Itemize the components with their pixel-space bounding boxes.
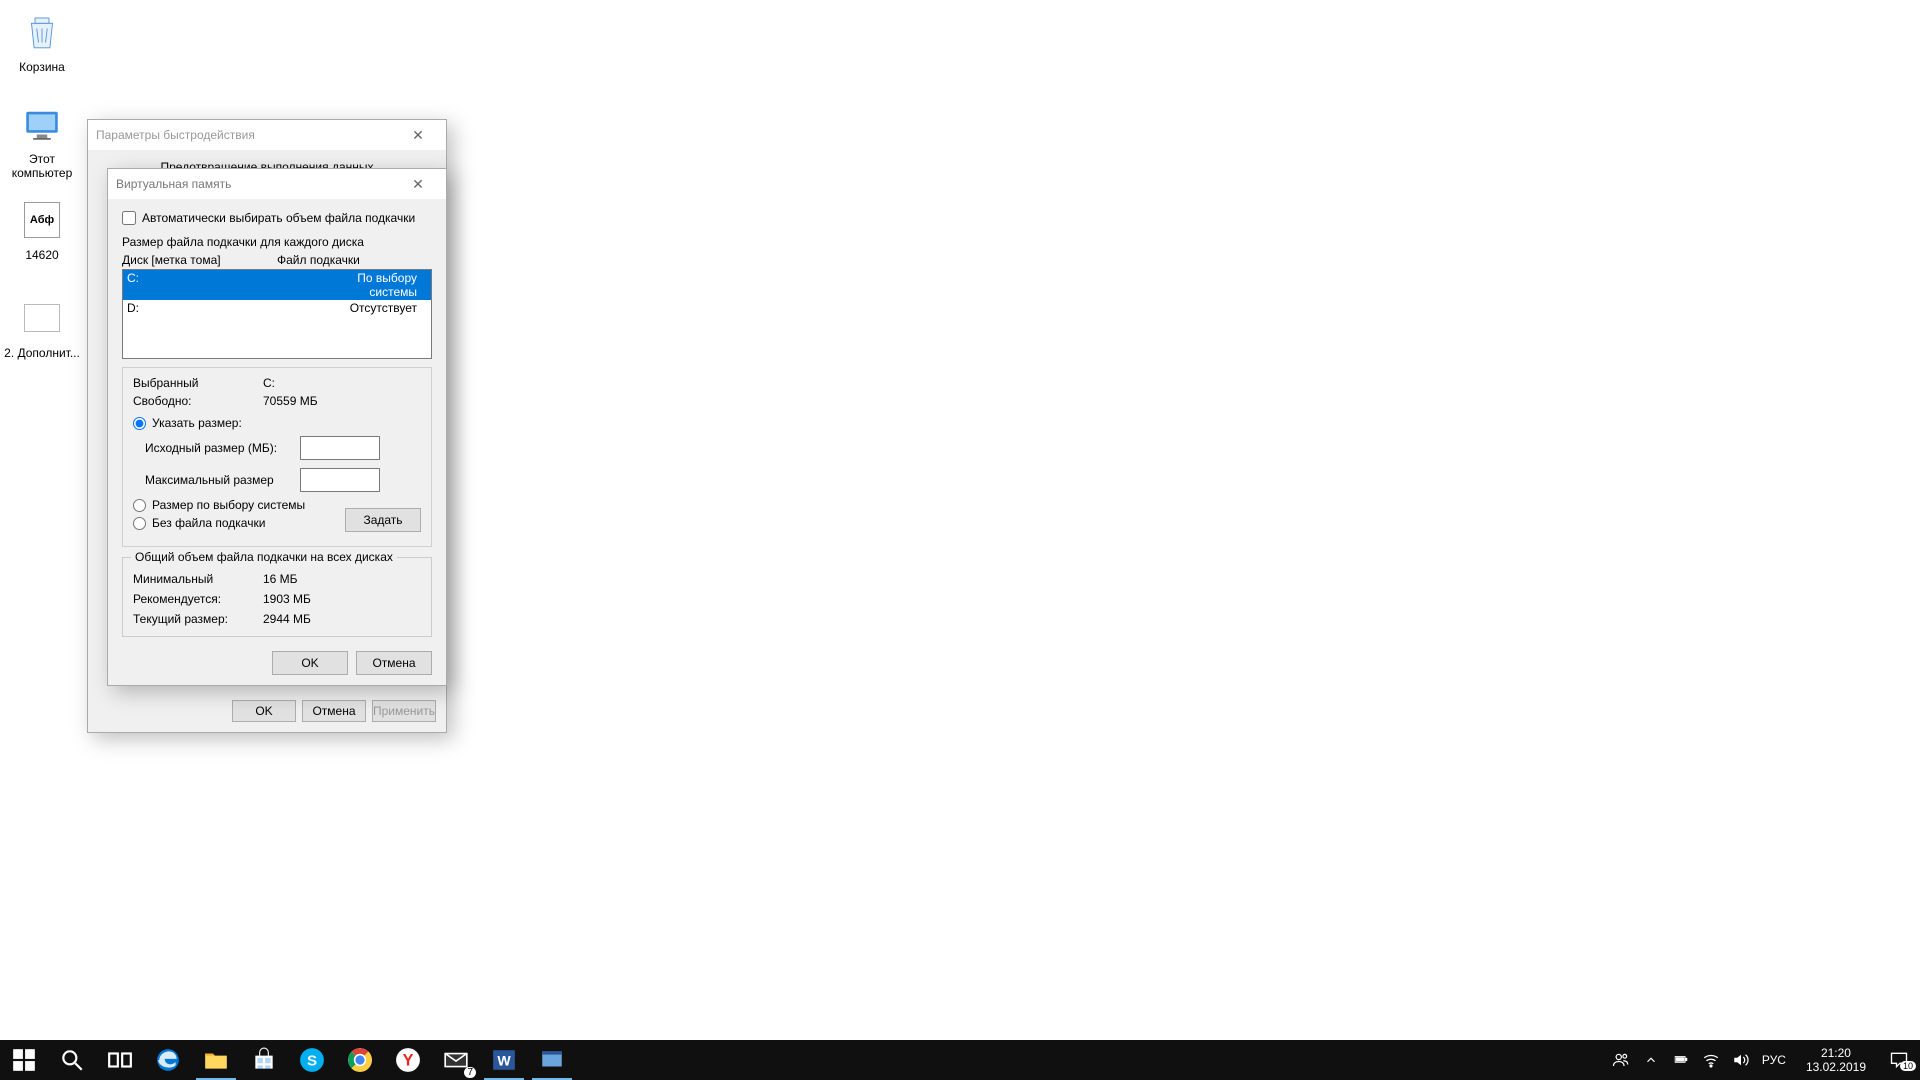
free-space-value: 70559 МБ <box>263 394 421 408</box>
taskbar-app-edge[interactable] <box>144 1040 192 1080</box>
min-label: Минимальный <box>133 572 263 586</box>
radio-label: Указать размер: <box>152 416 242 430</box>
rec-label: Рекомендуется: <box>133 592 263 606</box>
document-icon: Абф <box>18 196 66 244</box>
desktop-icon-label: Этот компьютер <box>4 152 80 180</box>
cancel-button[interactable]: Отмена <box>302 700 366 722</box>
drive-cell: D: <box>127 301 307 315</box>
clock-time: 21:20 <box>1806 1046 1866 1060</box>
apply-button: Применить <box>372 700 436 722</box>
svg-text:W: W <box>497 1052 511 1068</box>
set-button[interactable]: Задать <box>345 508 421 532</box>
mail-badge: 7 <box>464 1067 476 1078</box>
auto-manage-checkbox[interactable]: Автоматически выбирать объем файла подка… <box>122 211 432 225</box>
titlebar[interactable]: Виртуальная память ✕ <box>108 169 446 199</box>
rec-value: 1903 МБ <box>263 592 421 606</box>
search-button[interactable] <box>48 1040 96 1080</box>
radio-system-managed-input[interactable] <box>133 499 146 512</box>
ok-button[interactable]: OK <box>232 700 296 722</box>
checkbox-label: Автоматически выбирать объем файла подка… <box>142 211 415 225</box>
taskbar-app-yandex[interactable]: Y <box>384 1040 432 1080</box>
system-tray: РУС 21:20 13.02.2019 10 <box>1604 1046 1920 1074</box>
drive-row-c[interactable]: C: По выбору системы <box>123 270 431 300</box>
radio-custom-size-input[interactable] <box>133 417 146 430</box>
pagefile-cell: По выбору системы <box>307 271 427 299</box>
clock[interactable]: 21:20 13.02.2019 <box>1798 1046 1874 1074</box>
desktop-icon-label: Корзина <box>4 60 80 74</box>
size-section-label: Размер файла подкачки для каждого диска <box>122 235 432 249</box>
this-pc-icon <box>18 100 66 148</box>
selected-drive-label: Выбранный <box>133 376 263 390</box>
max-size-input[interactable] <box>300 468 380 492</box>
desktop-icon-this-pc[interactable]: Этот компьютер <box>4 100 80 180</box>
battery-icon[interactable] <box>1672 1051 1690 1069</box>
initial-size-input[interactable] <box>300 436 380 460</box>
dialog-title: Параметры быстродействия <box>96 128 255 142</box>
taskbar-app-chrome[interactable] <box>336 1040 384 1080</box>
volume-icon[interactable] <box>1732 1051 1750 1069</box>
close-button[interactable]: ✕ <box>398 171 438 197</box>
dialog-title: Виртуальная память <box>116 177 231 191</box>
radio-label: Размер по выбору системы <box>152 498 305 512</box>
free-space-label: Свободно: <box>133 394 263 408</box>
cancel-button[interactable]: Отмена <box>356 651 432 675</box>
svg-text:Y: Y <box>403 1051 414 1069</box>
drive-list[interactable]: C: По выбору системы D: Отсутствует <box>122 269 432 359</box>
min-value: 16 МБ <box>263 572 421 586</box>
auto-manage-checkbox-input[interactable] <box>122 211 136 225</box>
tray-overflow-icon[interactable] <box>1642 1051 1660 1069</box>
close-button[interactable]: ✕ <box>398 122 438 148</box>
desktop-icon-label: 2. Дополнит... <box>4 346 80 360</box>
taskbar-app-word[interactable]: W <box>480 1040 528 1080</box>
taskbar-app-skype[interactable]: S <box>288 1040 336 1080</box>
initial-size-label: Исходный размер (МБ): <box>145 441 300 455</box>
recycle-bin-icon <box>18 8 66 56</box>
radio-no-pagefile-input[interactable] <box>133 517 146 530</box>
titlebar[interactable]: Параметры быстродействия ✕ <box>88 120 446 150</box>
taskbar-app-store[interactable] <box>240 1040 288 1080</box>
ok-button[interactable]: OK <box>272 651 348 675</box>
document-icon <box>18 294 66 342</box>
max-size-label: Максимальный размер <box>145 473 300 487</box>
desktop-icon-label: 14620 <box>4 248 80 262</box>
radio-custom-size[interactable]: Указать размер: <box>133 416 421 430</box>
wifi-icon[interactable] <box>1702 1051 1720 1069</box>
desktop-icon-document-14620[interactable]: Абф 14620 <box>4 196 80 262</box>
action-center-icon[interactable]: 10 <box>1886 1051 1912 1069</box>
desktop-icon-recycle-bin[interactable]: Корзина <box>4 8 80 74</box>
people-icon[interactable] <box>1612 1051 1630 1069</box>
pagefile-cell: Отсутствует <box>307 301 427 315</box>
notification-badge: 10 <box>1900 1061 1916 1071</box>
svg-text:S: S <box>307 1052 317 1069</box>
taskbar-app-settings[interactable] <box>528 1040 576 1080</box>
taskbar: S Y 7 W РУС 21:20 13.02.20 <box>0 1040 1920 1080</box>
radio-label: Без файла подкачки <box>152 516 265 530</box>
language-indicator[interactable]: РУС <box>1762 1053 1786 1067</box>
column-pagefile: Файл подкачки <box>277 253 360 267</box>
drive-row-d[interactable]: D: Отсутствует <box>123 300 431 316</box>
start-button[interactable] <box>0 1040 48 1080</box>
column-drive: Диск [метка тома] <box>122 253 277 267</box>
taskbar-app-explorer[interactable] <box>192 1040 240 1080</box>
cur-value: 2944 МБ <box>263 612 421 626</box>
total-group-title: Общий объем файла подкачки на всех диска… <box>131 550 397 564</box>
clock-date: 13.02.2019 <box>1806 1060 1866 1074</box>
drive-cell: C: <box>127 271 307 299</box>
desktop-icon-document-2[interactable]: 2. Дополнит... <box>4 294 80 360</box>
virtual-memory-dialog: Виртуальная память ✕ Автоматически выбир… <box>107 168 447 686</box>
task-view-button[interactable] <box>96 1040 144 1080</box>
cur-label: Текущий размер: <box>133 612 263 626</box>
taskbar-app-mail[interactable]: 7 <box>432 1040 480 1080</box>
selected-drive-value: C: <box>263 376 421 390</box>
